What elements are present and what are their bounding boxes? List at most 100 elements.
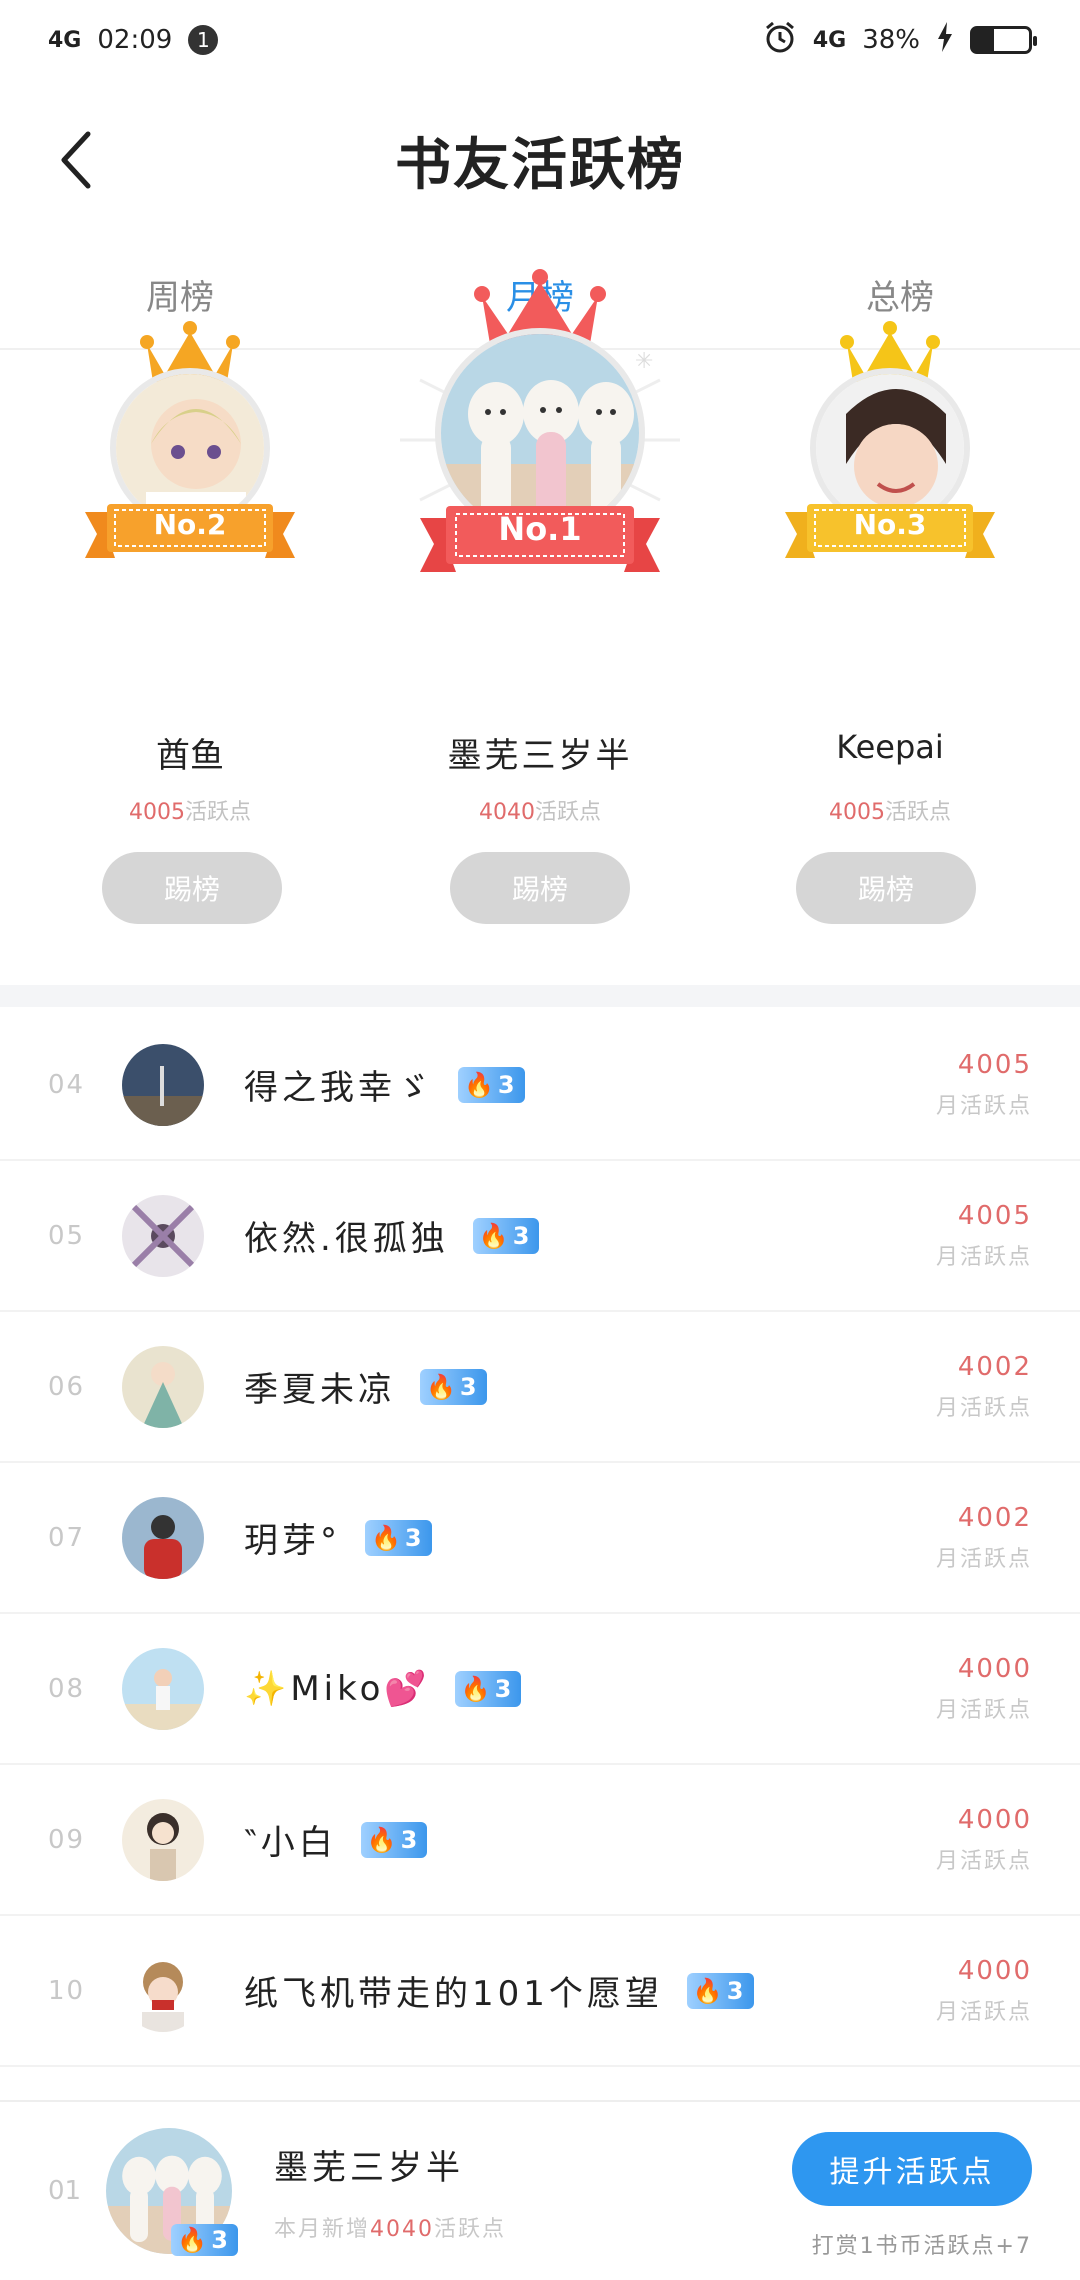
- points-block: 4005 月活跃点: [936, 1050, 1032, 1120]
- status-bar: 4G 02:09 1 4G 38%: [0, 0, 1080, 80]
- points-block: 4002 月活跃点: [936, 1352, 1032, 1422]
- podium-points-second: 4005活跃点: [70, 794, 310, 826]
- avatar: [122, 1949, 204, 2032]
- avatar: [122, 1043, 204, 1126]
- svg-text:✳: ✳: [635, 349, 653, 374]
- list-item[interactable]: 07 玥芽° 🔥 3 4002 月活跃点: [0, 1463, 1080, 1614]
- level-value: 3: [512, 1221, 530, 1250]
- points-block: 4005 月活跃点: [936, 1201, 1032, 1271]
- charging-icon: [936, 21, 954, 59]
- level-badge: 🔥 3: [360, 1821, 428, 1858]
- points-unit: 月活跃点: [935, 1395, 1032, 1421]
- user-name: 玥芽°: [244, 1521, 341, 1561]
- podium-points-first: 4040活跃点: [400, 794, 680, 826]
- podium-points-third: 4005活跃点: [770, 794, 1010, 826]
- kick-button-second[interactable]: 踢榜: [102, 852, 282, 924]
- flame-icon: 🔥: [460, 1674, 491, 1703]
- points-value: 4002: [957, 1502, 1032, 1533]
- level-value: 3: [211, 2226, 228, 2254]
- points-value: 4002: [957, 1351, 1032, 1382]
- list-item[interactable]: 04 得之我幸ゞ 🔥 3 4005 月活跃点: [0, 1010, 1080, 1161]
- user-name: ‶小白: [244, 1823, 337, 1863]
- points-unit: 月活跃点: [935, 1999, 1032, 2025]
- rank-number: 04: [48, 1069, 86, 1100]
- points-unit: 月活跃点: [935, 1848, 1032, 1874]
- points-block: 4000 月活跃点: [936, 1654, 1032, 1724]
- level-value: 3: [400, 1825, 418, 1854]
- reward-tip: 打赏1书币活跃点+7: [811, 2234, 1032, 2259]
- points-unit: 月活跃点: [935, 1093, 1032, 1119]
- avatar: [122, 1798, 204, 1881]
- flame-icon: 🔥: [371, 1523, 401, 1552]
- my-rank-bar: 01 🔥 3 墨芜三岁半 本月新增4040活跃点 提升活跃点 打赏1书币活跃点+7: [0, 2100, 1080, 2280]
- user-name: 得之我幸ゞ: [244, 1068, 434, 1108]
- clock: 02:09: [97, 25, 173, 55]
- rank-number: 08: [48, 1673, 86, 1704]
- level-value: 3: [726, 1976, 744, 2005]
- level-value: 3: [494, 1674, 512, 1703]
- points-value: 4000: [957, 1653, 1032, 1684]
- level-badge: 🔥 3: [686, 1972, 754, 2009]
- flame-icon: 🔥: [692, 1976, 723, 2005]
- level-value: 3: [497, 1070, 515, 1099]
- top-three-podium: No.2 ✳ No.1 No.3 酋鱼 墨芜三岁半 Keepai 4005活跃点…: [0, 269, 1080, 980]
- my-points-summary: 本月新增4040活跃点: [274, 2211, 506, 2243]
- back-button[interactable]: [38, 122, 114, 198]
- alarm-icon: [763, 20, 797, 61]
- points-block: 4000 月活跃点: [936, 1956, 1032, 2026]
- page-title: 书友活跃榜: [395, 132, 685, 198]
- user-name: 依然.很孤独: [244, 1219, 449, 1259]
- flame-icon: 🔥: [366, 1825, 397, 1854]
- network-indicator: 4G: [48, 27, 82, 53]
- list-item[interactable]: 06 季夏未凉 🔥 3 4002 月活跃点: [0, 1312, 1080, 1463]
- rank-badge-label: No.1: [498, 510, 582, 548]
- list-item[interactable]: 09 ‶小白 🔥 3 4000 月活跃点: [0, 1765, 1080, 1916]
- user-name: 纸飞机带走的101个愿望: [244, 1974, 663, 2014]
- boost-activity-button[interactable]: 提升活跃点: [792, 2132, 1032, 2206]
- list-item[interactable]: 10 纸飞机带走的101个愿望 🔥 3 4000 月活跃点: [0, 1916, 1080, 2067]
- level-badge: 🔥 3: [171, 2224, 238, 2256]
- list-item[interactable]: 08 ✨Miko💕 🔥 3 4000 月活跃点: [0, 1614, 1080, 1765]
- network-indicator-right: 4G: [812, 27, 847, 53]
- notification-count: 1: [188, 25, 219, 55]
- list-item[interactable]: 05 依然.很孤独 🔥 3 4005 月活跃点: [0, 1161, 1080, 1312]
- avatar: [122, 1496, 204, 1579]
- my-name: 墨芜三岁半: [274, 2147, 464, 2188]
- rank-number: 06: [48, 1371, 86, 1402]
- kick-button-first[interactable]: 踢榜: [450, 852, 630, 924]
- points-value: 4005: [957, 1049, 1032, 1080]
- my-avatar-wrap: 🔥 3: [106, 2128, 238, 2256]
- level-badge: 🔥 3: [454, 1670, 522, 1707]
- summary-suffix: 活跃点: [434, 2216, 507, 2242]
- level-badge: 🔥 3: [420, 1368, 487, 1405]
- points-unit: 活跃点: [884, 800, 951, 825]
- podium-name-second: 酋鱼: [156, 736, 224, 776]
- avatar: [122, 1345, 204, 1428]
- ranking-list: 04 得之我幸ゞ 🔥 3 4005 月活跃点 05 依然.很孤独 🔥 3 4005 月活…: [0, 1010, 1080, 2067]
- flame-icon: 🔥: [426, 1372, 456, 1401]
- battery-percent: 38%: [862, 25, 920, 55]
- points-value: 4005: [957, 1200, 1032, 1231]
- rank-number: 09: [48, 1824, 86, 1855]
- points-unit: 活跃点: [534, 800, 601, 825]
- level-badge: 🔥 3: [365, 1519, 432, 1556]
- header: 书友活跃榜: [0, 100, 1080, 220]
- points-value: 4000: [957, 1955, 1032, 1986]
- points-value: 4000: [957, 1804, 1032, 1835]
- level-value: 3: [459, 1372, 477, 1401]
- podium-name-third: Keepai: [836, 728, 944, 766]
- level-value: 3: [404, 1523, 422, 1552]
- section-divider: [0, 985, 1080, 1007]
- rank-number: 10: [48, 1975, 86, 2006]
- chevron-left-icon: [61, 131, 91, 189]
- tab-label: 周榜: [146, 277, 214, 318]
- rank-number: 05: [48, 1220, 86, 1251]
- points-value: 4005: [828, 800, 885, 825]
- status-right: 4G 38%: [763, 20, 1037, 61]
- points-value: 4040: [478, 800, 535, 825]
- points-unit: 活跃点: [184, 800, 251, 825]
- podium-name-first: 墨芜三岁半: [447, 736, 633, 776]
- points-block: 4002 月活跃点: [936, 1503, 1032, 1573]
- kick-button-third[interactable]: 踢榜: [796, 852, 976, 924]
- points-unit: 月活跃点: [935, 1244, 1032, 1270]
